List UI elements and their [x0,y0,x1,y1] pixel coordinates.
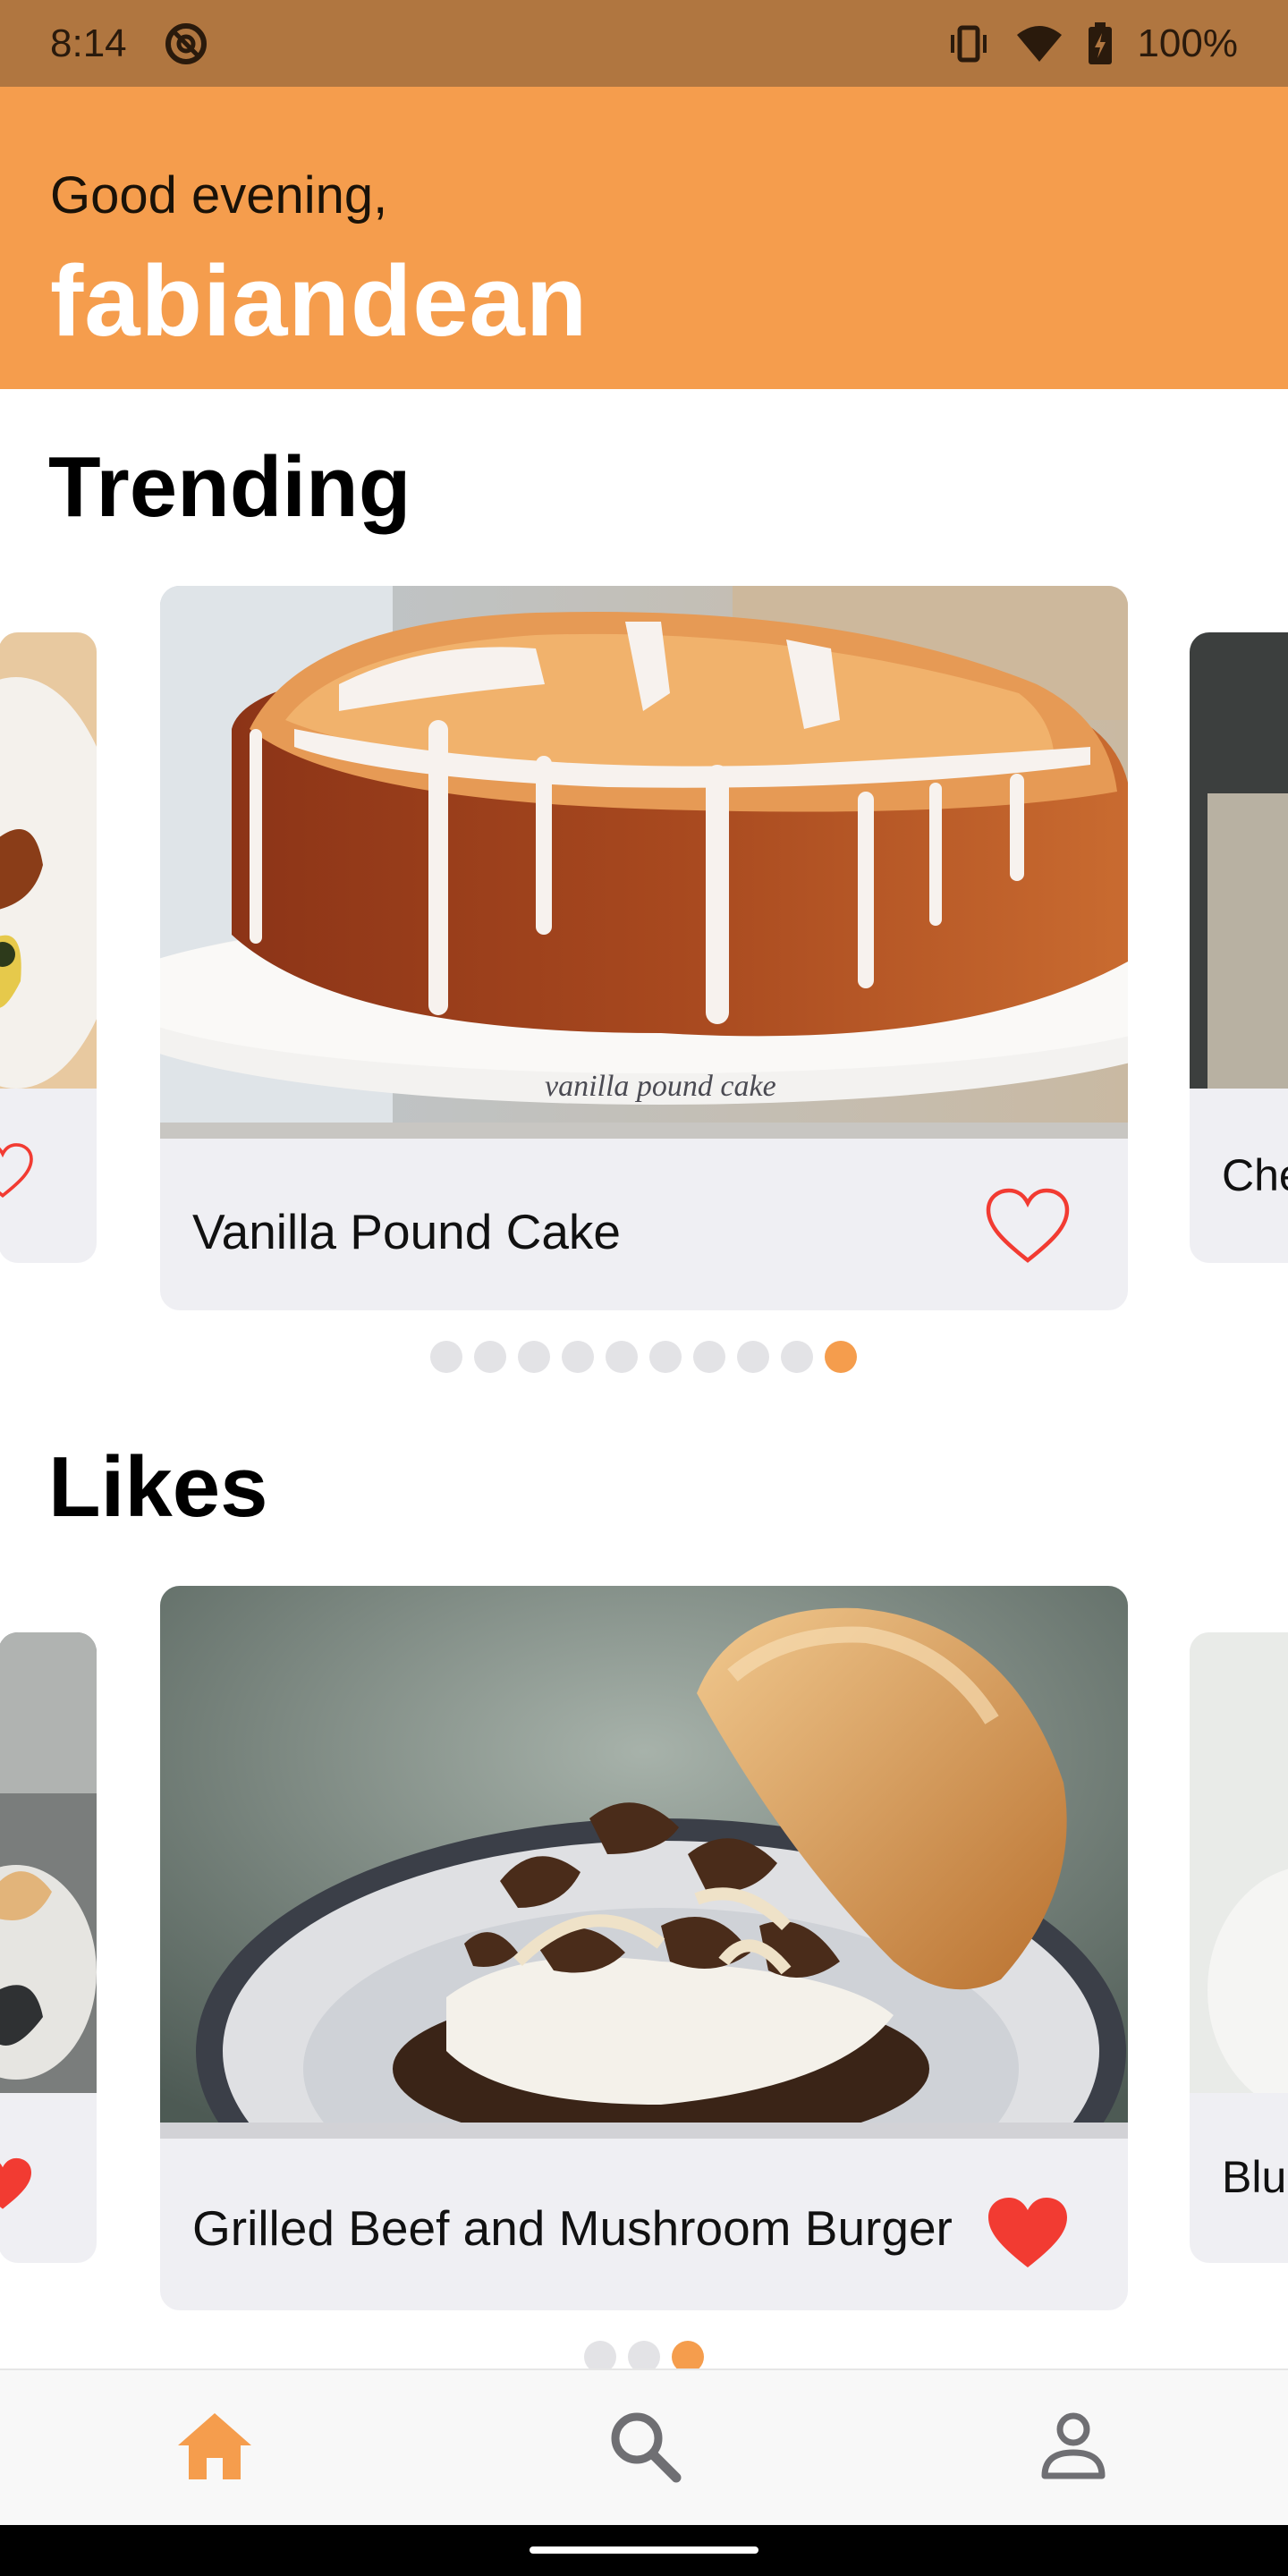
home-icon [174,2410,255,2486]
app-screen: 8:14 100% Good evening, fabiandean Trend… [0,0,1288,2576]
trending-recipe-card[interactable]: vanilla pound cake Vanilla Pound Cake [160,586,1128,1310]
nav-search[interactable] [572,2394,716,2502]
liked-recipe-title: Grilled Beef and Mushroom Burger [192,2200,953,2256]
page-dot[interactable] [781,1341,813,1373]
likes-next-card-image [1190,1632,1288,2112]
page-dot[interactable] [430,1341,462,1373]
liked-recipe-image [160,1586,1128,2139]
page-dot[interactable] [649,1341,682,1373]
home-gesture-pill[interactable] [530,2546,758,2554]
system-gesture-bar [0,2525,1288,2576]
trending-title: Trending [48,439,411,535]
trending-prev-card[interactable] [0,632,97,1263]
trending-next-card[interactable]: Che [1190,632,1288,1263]
status-time: 8:14 [50,21,127,65]
page-dot[interactable] [606,1341,638,1373]
likes-title: Likes [48,1439,268,1535]
page-dot[interactable] [562,1341,594,1373]
likes-prev-heart-icon[interactable] [0,2156,34,2217]
profile-icon [1038,2410,1109,2486]
nav-home[interactable] [143,2394,286,2502]
likes-next-card-title: Blu [1222,2152,1287,2202]
trending-recipe-title: Vanilla Pound Cake [192,1204,622,1259]
wifi-icon [1015,24,1063,64]
page-dot[interactable] [825,1341,857,1373]
liked-recipe-card[interactable]: Grilled Beef and Mushroom Burger [160,1586,1128,2310]
trending-next-card-image [1190,632,1288,1089]
page-dot[interactable] [474,1341,506,1373]
page-dot[interactable] [737,1341,769,1373]
trending-prev-heart-icon[interactable] [0,1142,34,1204]
trending-page-indicator [430,1341,857,1373]
vibrate-icon [945,24,992,64]
username: fabiandean [50,245,589,357]
battery-percent: 100% [1137,21,1238,65]
greeting-text: Good evening, [50,166,388,225]
likes-prev-card[interactable] [0,1632,97,2263]
heart-filled-icon[interactable] [985,2194,1071,2273]
sync-icon [163,21,209,67]
page-dot[interactable] [518,1341,550,1373]
cake-plate-inscription: vanilla pound cake [545,1070,776,1103]
greeting-header: Good evening, fabiandean [0,87,1288,389]
trending-prev-card-image [0,632,97,1089]
battery-icon [1087,21,1114,65]
bottom-navigation [0,2368,1288,2525]
trending-next-card-title: Che [1222,1150,1288,1200]
likes-prev-card-image [0,1632,97,2093]
nav-profile[interactable] [1002,2394,1145,2502]
search-icon [606,2408,682,2487]
heart-outline-icon[interactable] [985,1187,1071,1266]
trending-recipe-image: vanilla pound cake [160,586,1128,1139]
likes-next-card[interactable]: Blu [1190,1632,1288,2263]
status-bar: 8:14 100% [0,0,1288,87]
page-dot[interactable] [693,1341,725,1373]
